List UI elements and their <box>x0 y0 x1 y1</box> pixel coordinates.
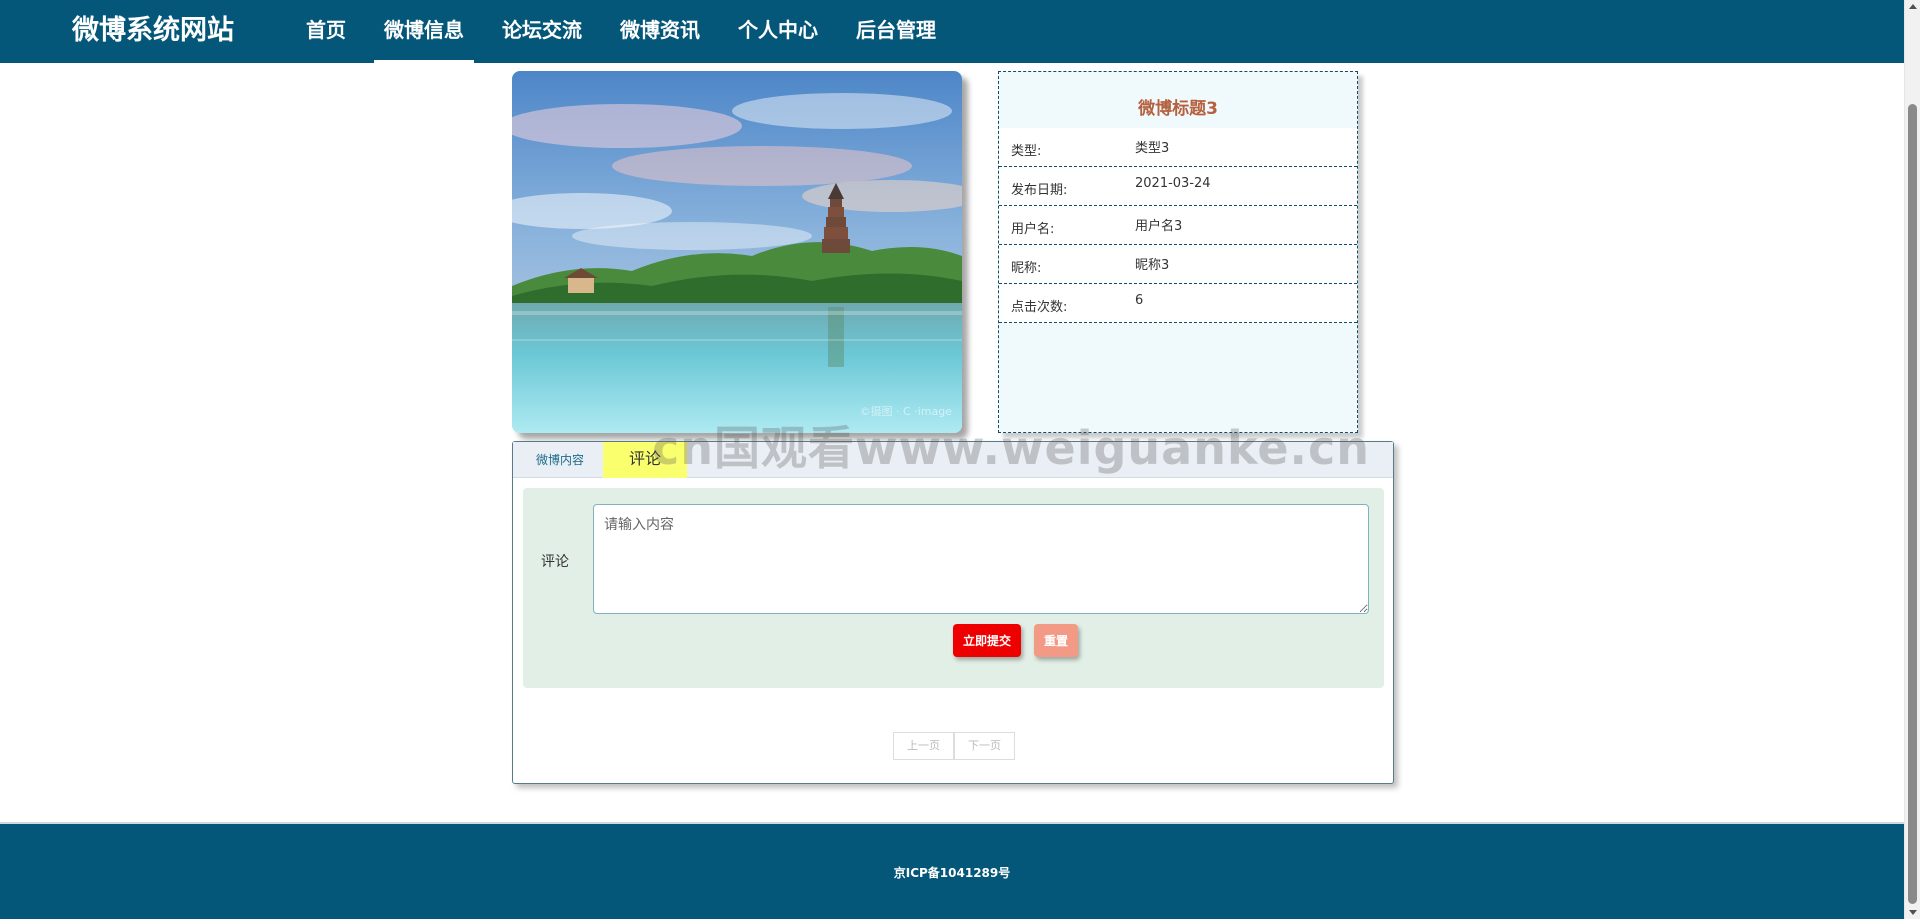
next-page-button[interactable]: 下一页 <box>954 732 1015 760</box>
comment-form: 评论 立即提交 重置 <box>523 488 1384 688</box>
detail-row-date: 发布日期: 2021-03-24 <box>999 167 1357 206</box>
nav-news[interactable]: 微博资讯 <box>610 0 710 63</box>
detail-row-nickname: 昵称: 昵称3 <box>999 245 1357 284</box>
site-brand[interactable]: 微博系统网站 <box>72 13 234 49</box>
scroll-up-arrow-icon[interactable] <box>1909 4 1917 9</box>
nav-admin[interactable]: 后台管理 <box>846 0 946 63</box>
weibo-image: ©摄图 · C ·image <box>512 71 962 433</box>
weibo-title: 微博标题3 <box>1138 99 1218 119</box>
icp-record: 京ICP备1041289号 <box>893 866 1011 880</box>
nav-forum[interactable]: 论坛交流 <box>492 0 592 63</box>
scroll-down-arrow-icon[interactable] <box>1909 910 1917 915</box>
detail-label: 用户名: <box>1011 222 1055 237</box>
pager: 上一页 下一页 <box>893 732 1015 760</box>
detail-label: 点击次数: <box>1011 300 1068 315</box>
tab-comment[interactable]: 评论 <box>603 442 687 478</box>
nav-personal-center[interactable]: 个人中心 <box>728 0 828 63</box>
comment-textarea[interactable] <box>593 504 1369 614</box>
tab-bar: 微博内容 评论 <box>513 442 1393 478</box>
submit-button[interactable]: 立即提交 <box>953 624 1021 657</box>
scroll-thumb[interactable] <box>1908 104 1917 904</box>
detail-row-type: 类型: 类型3 <box>999 128 1357 167</box>
photo-watermark: ©摄图 · C ·image <box>859 405 952 418</box>
detail-value: 用户名3 <box>1135 219 1183 234</box>
detail-value: 6 <box>1135 293 1144 308</box>
nav-weibo-info[interactable]: 微博信息 <box>374 0 474 63</box>
detail-value: 类型3 <box>1135 141 1170 156</box>
detail-row-username: 用户名: 用户名3 <box>999 206 1357 245</box>
prev-page-button[interactable]: 上一页 <box>893 732 954 760</box>
detail-value: 昵称3 <box>1135 258 1170 273</box>
detail-label: 昵称: <box>1011 261 1042 276</box>
tab-panel: 微博内容 评论 评论 立即提交 重置 上一页 下一页 <box>512 441 1394 784</box>
detail-rows: 类型: 类型3 发布日期: 2021-03-24 用户名: 用户名3 昵称: 昵… <box>999 128 1357 323</box>
detail-label: 类型: <box>1011 144 1042 159</box>
detail-value: 2021-03-24 <box>1135 176 1211 191</box>
footer: 京ICP备1041289号 <box>0 822 1904 919</box>
top-navbar: 微博系统网站 首页 微博信息 论坛交流 微博资讯 个人中心 后台管理 <box>0 0 1904 63</box>
detail-label: 发布日期: <box>1011 183 1068 198</box>
detail-row-clicks: 点击次数: 6 <box>999 284 1357 323</box>
comment-label: 评论 <box>541 554 569 570</box>
reset-button[interactable]: 重置 <box>1034 624 1078 657</box>
lake-pagoda-illustration <box>512 71 962 433</box>
page-scrollbar[interactable] <box>1904 0 1920 919</box>
tab-weibo-content[interactable]: 微博内容 <box>517 442 603 478</box>
nav-home[interactable]: 首页 <box>296 0 356 63</box>
detail-panel: 微博标题3 类型: 类型3 发布日期: 2021-03-24 用户名: 用户名3… <box>998 71 1358 433</box>
main-nav: 首页 微博信息 论坛交流 微博资讯 个人中心 后台管理 <box>296 0 964 63</box>
